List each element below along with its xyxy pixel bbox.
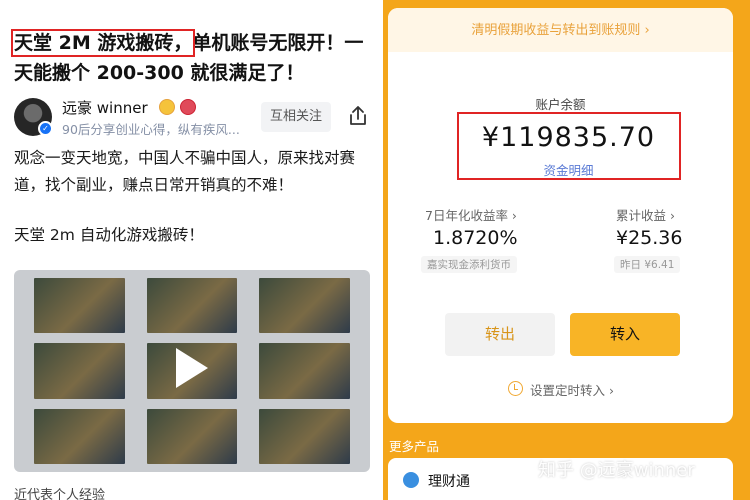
transfer-in-button[interactable]: 转入	[570, 313, 680, 356]
share-icon[interactable]	[346, 104, 370, 128]
yield-rate-value: 1.8720%	[433, 227, 518, 249]
author-name[interactable]: 远豪 winner	[62, 97, 148, 118]
holiday-notice-link[interactable]: 清明假期收益与转出到账规则 ›	[388, 8, 733, 52]
balance-value: ¥119835.70	[481, 122, 656, 153]
product-name: 理财通	[428, 474, 470, 490]
licaitong-icon	[403, 472, 419, 488]
yesterday-income: 昨日 ¥6.41	[614, 256, 681, 273]
yield-rate-label[interactable]: 7日年化收益率 ›	[425, 205, 517, 224]
video-thumbnail[interactable]	[14, 270, 370, 472]
total-income-value: ¥25.36	[616, 227, 683, 249]
author-description: 90后分享创业心得，纵有疾风...	[62, 122, 240, 137]
author-row: ✓ 远豪 winner 90后分享创业心得，纵有疾风... 互相关注	[14, 96, 372, 140]
wallet-panel: 清明假期收益与转出到账规则 › 账户余额 ¥119835.70 资金明细 7日年…	[383, 0, 750, 500]
watermark: 知乎 @远豪winner	[538, 460, 695, 481]
medal-badge-icon	[180, 99, 196, 115]
more-products-label: 更多产品	[389, 439, 440, 454]
follow-button[interactable]: 互相关注	[261, 102, 331, 132]
balance-highlight-box: ¥119835.70 资金明细	[457, 112, 681, 180]
article-title: 天堂 2M 游戏搬砖，单机账号无限开！一天能搬个 200-300 就很满足了！	[10, 28, 372, 88]
media-caption: 近代表个人经验	[14, 488, 106, 500]
total-income-label[interactable]: 累计收益 ›	[616, 205, 675, 224]
balance-label: 账户余额	[535, 97, 586, 112]
level-badge-icon	[159, 99, 175, 115]
verified-icon: ✓	[38, 121, 53, 136]
fund-detail-link[interactable]: 资金明细	[459, 160, 678, 179]
article-paragraph: 观念一变天地宽，中国人不骗中国人，原来找对赛道，找个副业，赚点日常开销真的不难！	[14, 149, 356, 194]
balance-card: 清明假期收益与转出到账规则 › 账户余额 ¥119835.70 资金明细 7日年…	[388, 8, 733, 423]
scheduled-transfer-label: 设置定时转入 ›	[530, 383, 614, 398]
clock-icon	[508, 381, 523, 396]
fund-name: 嘉实现金添利货币	[421, 256, 517, 273]
article-paragraph: 天堂 2m 自动化游戏搬砖！	[14, 226, 204, 244]
article-panel: 天堂 2M 游戏搬砖，单机账号无限开！一天能搬个 200-300 就很满足了！ …	[0, 0, 383, 500]
title-highlight: 天堂 2M 游戏搬砖，	[10, 29, 196, 57]
transfer-out-button[interactable]: 转出	[445, 313, 555, 356]
play-icon[interactable]	[176, 348, 208, 388]
